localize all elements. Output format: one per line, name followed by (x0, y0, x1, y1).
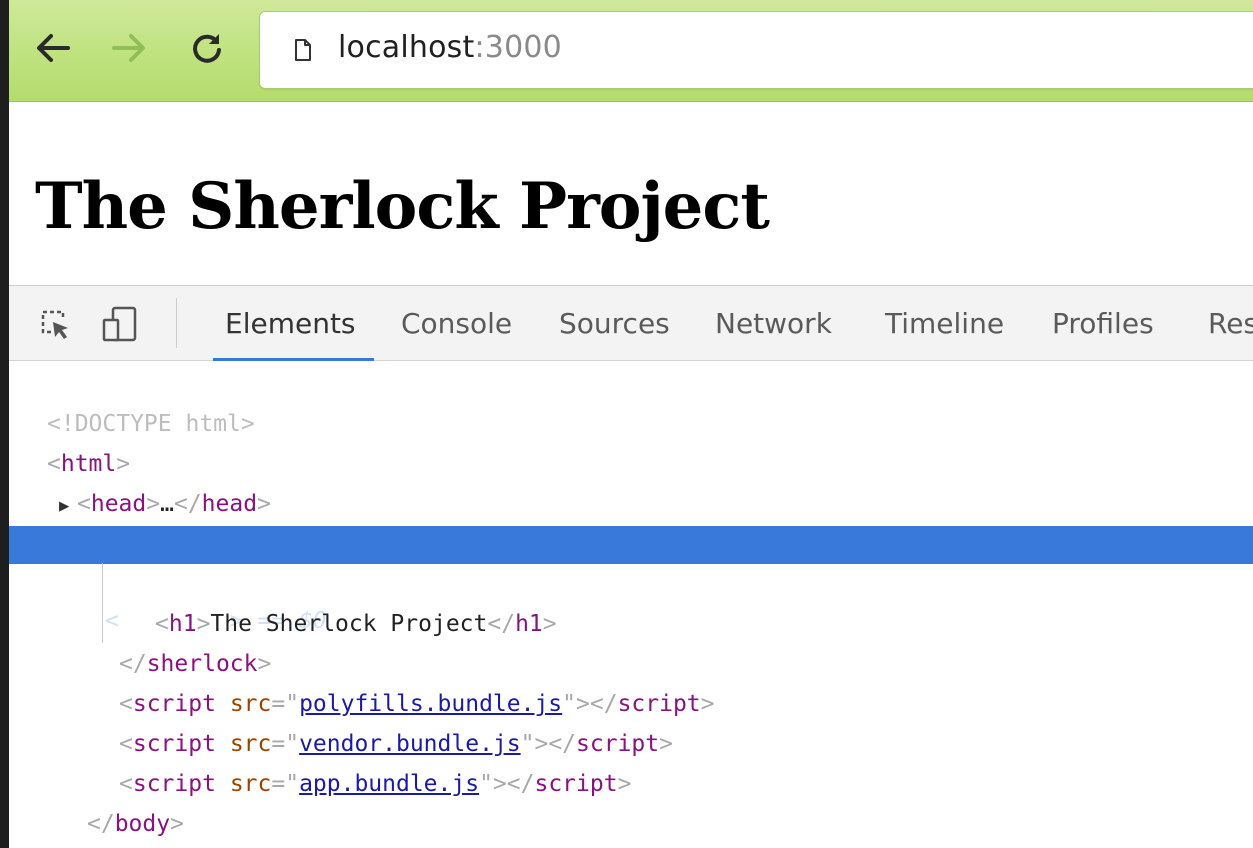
tab-network[interactable]: Network (715, 286, 832, 360)
dom-line-h1[interactable]: <h1>The Sherlock Project</h1> (9, 564, 1253, 637)
elements-dom-tree: <!DOCTYPE html> <html> ▶<head>…</head> ▼… (9, 360, 1253, 848)
address-bar[interactable]: localhost:3000 (259, 11, 1253, 89)
dom-line-script-vendor[interactable]: <script src="vendor.bundle.js"></script> (9, 684, 1253, 757)
url-text: localhost:3000 (338, 26, 562, 70)
dom-line-body[interactable]: ▼<body> (9, 484, 1253, 557)
url-host: localhost (338, 30, 475, 65)
tab-elements[interactable]: Elements (213, 286, 373, 361)
dom-line-head[interactable]: ▶ <head>…</head> (9, 444, 1253, 517)
browser-toolbar: localhost:3000 (9, 0, 1253, 102)
page-icon (295, 39, 311, 61)
back-arrow-icon (37, 34, 70, 62)
forward-arrow-icon (112, 34, 145, 62)
dom-line-body-close[interactable]: </body> (9, 764, 1253, 837)
browser-window: localhost:3000 The Sherlock Project Elem… (0, 0, 1253, 848)
reload-button[interactable] (185, 26, 229, 70)
tab-timeline[interactable]: Timeline (885, 286, 1004, 360)
device-mode-icon (102, 306, 137, 342)
dom-line-html[interactable]: <html> (9, 404, 1253, 477)
dom-line-html-close[interactable]: </html> (9, 804, 1253, 844)
dom-line-sherlock-selected[interactable]: ••• ▼ <sherlock> == $0 (9, 526, 1253, 634)
forward-button[interactable] (107, 26, 151, 70)
url-port: :3000 (474, 30, 562, 65)
inspect-element-icon (41, 310, 68, 339)
back-button[interactable] (31, 26, 75, 70)
dom-line-doctype[interactable]: <!DOCTYPE html> (9, 364, 1253, 437)
tab-sources[interactable]: Sources (559, 286, 670, 360)
page-heading: The Sherlock Project (35, 169, 770, 244)
toolbar-divider (176, 298, 177, 348)
tab-console[interactable]: Console (401, 286, 512, 360)
inspect-element-button[interactable] (37, 306, 73, 346)
reload-icon (193, 34, 221, 63)
dom-line-script-polyfills[interactable]: <script src="polyfills.bundle.js"></scri… (9, 644, 1253, 717)
dom-line-sherlock-close[interactable]: </sherlock> (9, 604, 1253, 677)
devtools-tabbar: Elements Console Sources Network Timelin… (9, 285, 1253, 361)
tab-profiles[interactable]: Profiles (1052, 286, 1154, 360)
device-mode-button[interactable] (101, 306, 139, 348)
dom-line-script-app[interactable]: <script src="app.bundle.js"></script> (9, 724, 1253, 797)
tree-guide-line (102, 563, 103, 643)
tab-resources[interactable]: Res (1208, 286, 1253, 360)
